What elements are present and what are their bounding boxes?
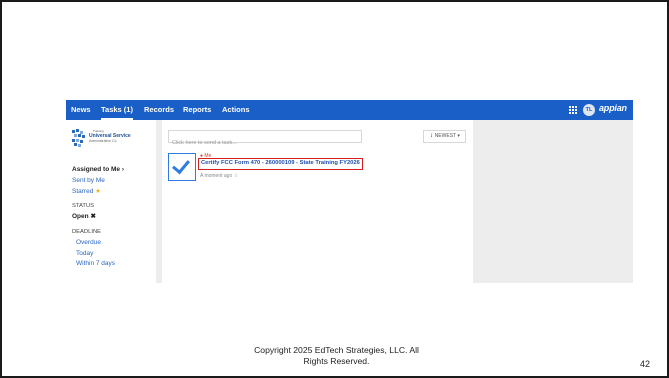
user-avatar[interactable]: TL	[583, 104, 595, 116]
tab-actions[interactable]: Actions	[222, 100, 250, 120]
filter-sent-by-me[interactable]: Sent by Me	[72, 177, 105, 184]
deadline-today[interactable]: Today	[76, 250, 93, 257]
org-logo: Training Universal Service Administrativ…	[72, 129, 132, 149]
task-time-label: A moment ago	[200, 173, 233, 179]
sidebar: Training Universal Service Administrativ…	[66, 120, 156, 283]
status-open-label: Open	[72, 213, 89, 220]
task-title-link[interactable]: Certify FCC Form 470 - 260000109 - State…	[198, 158, 363, 170]
appian-logo: appian	[599, 103, 627, 113]
status-filter-open[interactable]: Open ✖	[72, 212, 96, 220]
task-timestamp: A moment ago ☆	[200, 173, 238, 179]
deadline-within-7-days[interactable]: Within 7 days	[76, 260, 115, 267]
filter-assigned-to-me[interactable]: Assigned to Me ›	[72, 166, 124, 173]
checkmark-icon	[172, 155, 190, 175]
copyright-footer: Copyright 2025 EdTech Strategies, LLC. A…	[2, 345, 669, 367]
clear-filter-icon[interactable]: ✖	[90, 213, 95, 220]
org-logo-mark-icon	[72, 129, 86, 147]
filter-starred[interactable]: Starred ★	[72, 187, 101, 195]
task-feed: ⇂ NEWEST ▾ ● Me Certify FCC Form 470 - 2…	[162, 120, 473, 283]
org-logo-subtitle: Administrative Co.	[89, 139, 118, 143]
tab-news[interactable]: News	[71, 100, 91, 120]
copyright-line-2: Rights Reserved.	[303, 356, 370, 366]
sort-newest-button[interactable]: ⇂ NEWEST ▾	[423, 130, 466, 143]
star-outline-icon[interactable]: ☆	[234, 173, 238, 179]
slide: News Tasks (1) Records Reports Actions T…	[0, 0, 669, 378]
app-grid-icon[interactable]	[569, 106, 577, 114]
task-complete-checkbox[interactable]	[168, 153, 196, 181]
tab-records[interactable]: Records	[144, 100, 174, 120]
deadline-overdue[interactable]: Overdue	[76, 239, 101, 246]
page-number: 42	[640, 359, 651, 369]
deadline-heading: DEADLINE	[72, 229, 101, 235]
send-task-field[interactable]	[168, 130, 362, 149]
tab-reports[interactable]: Reports	[183, 100, 211, 120]
tab-tasks[interactable]: Tasks (1)	[101, 100, 133, 120]
copyright-line-1: Copyright 2025 EdTech Strategies, LLC. A…	[254, 345, 419, 355]
send-task-input[interactable]	[169, 137, 361, 149]
status-heading: STATUS	[72, 203, 95, 209]
appian-screenshot: News Tasks (1) Records Reports Actions T…	[66, 100, 633, 283]
star-icon: ★	[95, 188, 101, 195]
filter-starred-label: Starred	[72, 188, 94, 195]
top-nav: News Tasks (1) Records Reports Actions T…	[66, 100, 633, 120]
